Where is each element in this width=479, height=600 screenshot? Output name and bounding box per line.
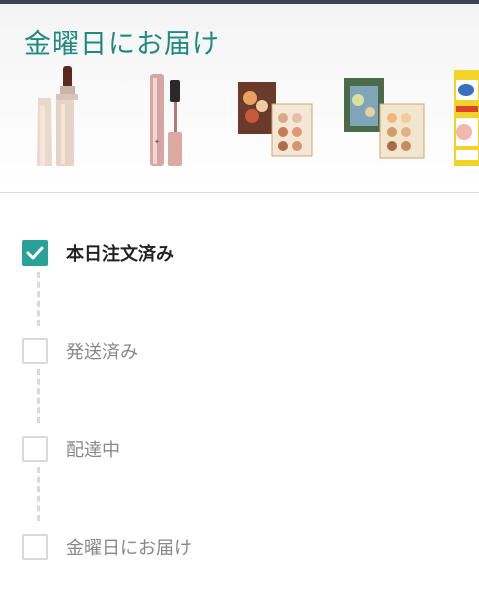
timeline-step-shipped: 発送済み (22, 336, 138, 366)
timeline-connector (37, 467, 40, 521)
product-thumbnails: ✦ (37, 66, 479, 166)
delivery-timeline: 本日注文済み 発送済み 配達中 金曜日にお届け (0, 193, 479, 600)
delivery-header: 金曜日にお届け ✦ (0, 4, 479, 192)
mascara-icon[interactable]: ✦ (150, 74, 182, 166)
checkbox-empty (22, 436, 48, 462)
timeline-step-label: 本日注文済み (66, 244, 174, 265)
timeline-step-label: 配達中 (66, 440, 120, 461)
timeline-step-label: 発送済み (66, 342, 138, 363)
checkbox-empty (22, 534, 48, 560)
lip-gloss-icon[interactable] (37, 66, 78, 166)
timeline-step-in-transit: 配達中 (22, 434, 120, 464)
timeline-connector (37, 272, 40, 326)
svg-text:✦: ✦ (154, 138, 160, 146)
timeline-step-ordered: 本日注文済み (22, 238, 174, 268)
timeline-step-delivery: 金曜日にお届け (22, 532, 192, 562)
timeline-step-label: 金曜日にお届け (66, 538, 192, 559)
eyeshadow-palette-icon[interactable] (344, 78, 425, 159)
product-box-icon[interactable] (454, 70, 479, 166)
check-icon (26, 246, 44, 260)
checkbox-empty (22, 338, 48, 364)
timeline-connector (37, 369, 40, 423)
page-title: 金曜日にお届け (24, 29, 220, 60)
checkbox-checked (22, 240, 48, 266)
eyeshadow-palette-icon[interactable] (238, 82, 313, 157)
